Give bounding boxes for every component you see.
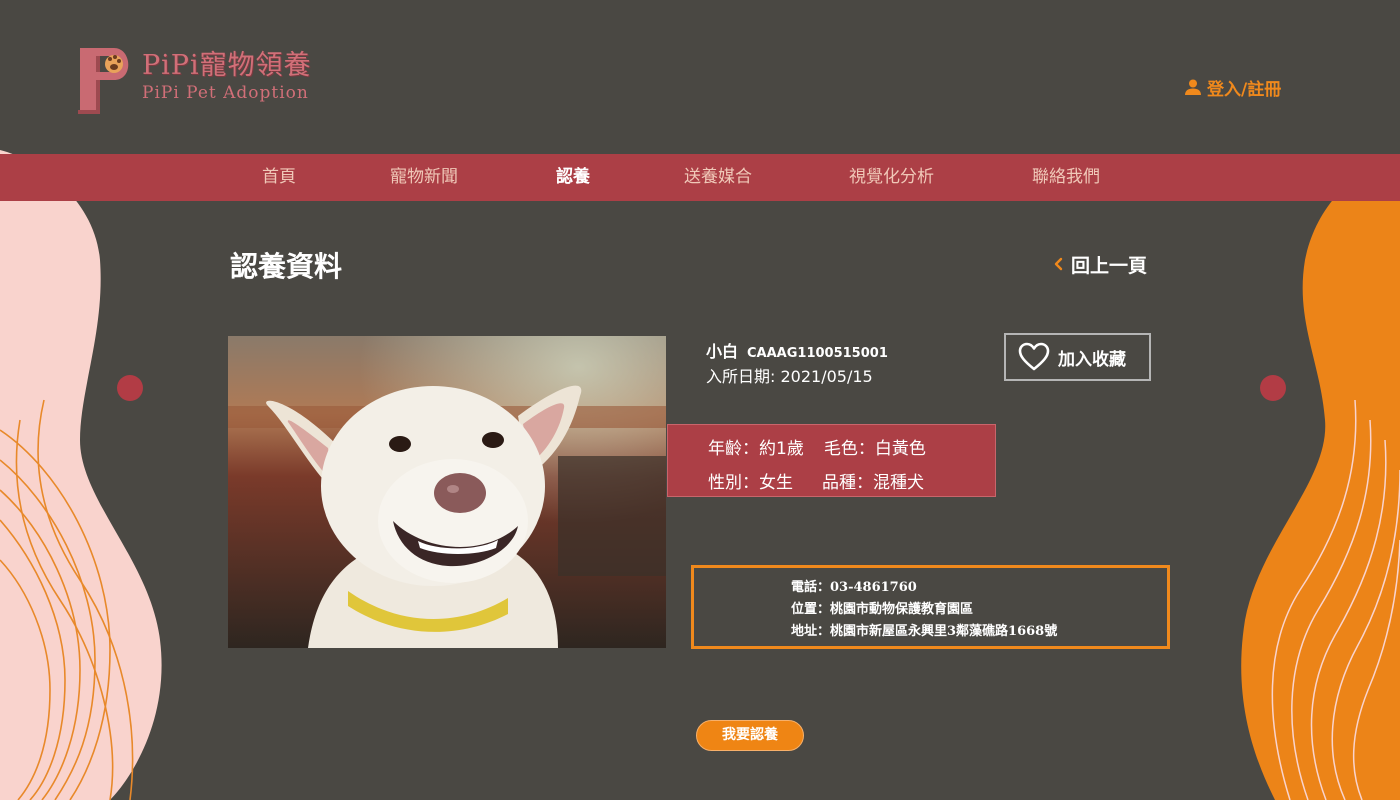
pet-name-line: 小白 CAAAG1100515001: [706, 338, 888, 362]
logo-mark: [78, 44, 134, 116]
back-link[interactable]: 回上一頁: [1053, 250, 1147, 278]
contact-location: 位置：桃園市動物保護教育園區: [791, 602, 974, 617]
logo-p-paw-icon: [78, 48, 129, 114]
pet-code: CAAAG1100515001: [747, 346, 888, 361]
nav-home[interactable]: 首頁: [262, 154, 296, 201]
back-label: 回上一頁: [1071, 254, 1148, 277]
pet-photo: [228, 336, 666, 648]
nav-visual-analysis[interactable]: 視覺化分析: [849, 154, 934, 201]
left-pink-blob: [0, 150, 162, 800]
pet-age: 年齡：約1歲: [708, 439, 804, 459]
chevron-left-icon: [1054, 257, 1063, 271]
nav-contact-us[interactable]: 聯絡我們: [1032, 154, 1100, 201]
intake-date: 入所日期: 2021/05/15: [706, 367, 873, 386]
login-label: 登入/註冊: [1207, 79, 1282, 100]
detail-row-2: 性別：女生 品種：混種犬: [708, 468, 924, 493]
pet-details-box: 年齡：約1歲 毛色：白黃色 性別：女生 品種：混種犬: [667, 424, 996, 497]
contact-phone: 電話：03-4861760: [791, 580, 917, 595]
right-red-dot: [1260, 375, 1286, 401]
right-orange-blob: [1241, 155, 1400, 800]
pet-gender: 性別：女生: [708, 473, 793, 493]
nav-rehoming-match[interactable]: 送養媒合: [684, 154, 752, 201]
site-logo[interactable]: PiPi寵物領養 PiPi Pet Adoption: [78, 44, 348, 124]
login-register-link[interactable]: 登入/註冊: [1184, 74, 1281, 100]
nav-pet-news[interactable]: 寵物新聞: [390, 154, 458, 201]
detail-row-1: 年齡：約1歲 毛色：白黃色: [708, 434, 926, 459]
nav-adoption[interactable]: 認養: [556, 154, 590, 201]
add-favorite-button[interactable]: 加入收藏: [1004, 333, 1151, 381]
user-icon: [1185, 79, 1201, 95]
logo-title: PiPi寵物領養: [142, 50, 312, 81]
dog-image: [228, 336, 666, 648]
contact-address: 地址：桃園市新屋區永興里3鄰藻礁路1668號: [791, 624, 1058, 639]
add-favorite-label: 加入收藏: [1058, 349, 1126, 370]
page-title: 認養資料: [230, 250, 343, 283]
pet-breed: 品種：混種犬: [822, 473, 924, 493]
pet-name: 小白: [706, 342, 739, 361]
logo-subtitle: PiPi Pet Adoption: [142, 83, 309, 103]
adopt-button[interactable]: 我要認養: [696, 720, 804, 751]
left-red-dot: [117, 375, 143, 401]
pet-color: 毛色：白黃色: [823, 439, 926, 459]
contact-info-box: 電話：03-4861760 位置：桃園市動物保護教育園區 地址：桃園市新屋區永興…: [691, 565, 1170, 649]
heart-icon: [1018, 342, 1050, 371]
main-nav: 首頁 寵物新聞 認養 送養媒合 視覺化分析 聯絡我們: [0, 154, 1400, 201]
